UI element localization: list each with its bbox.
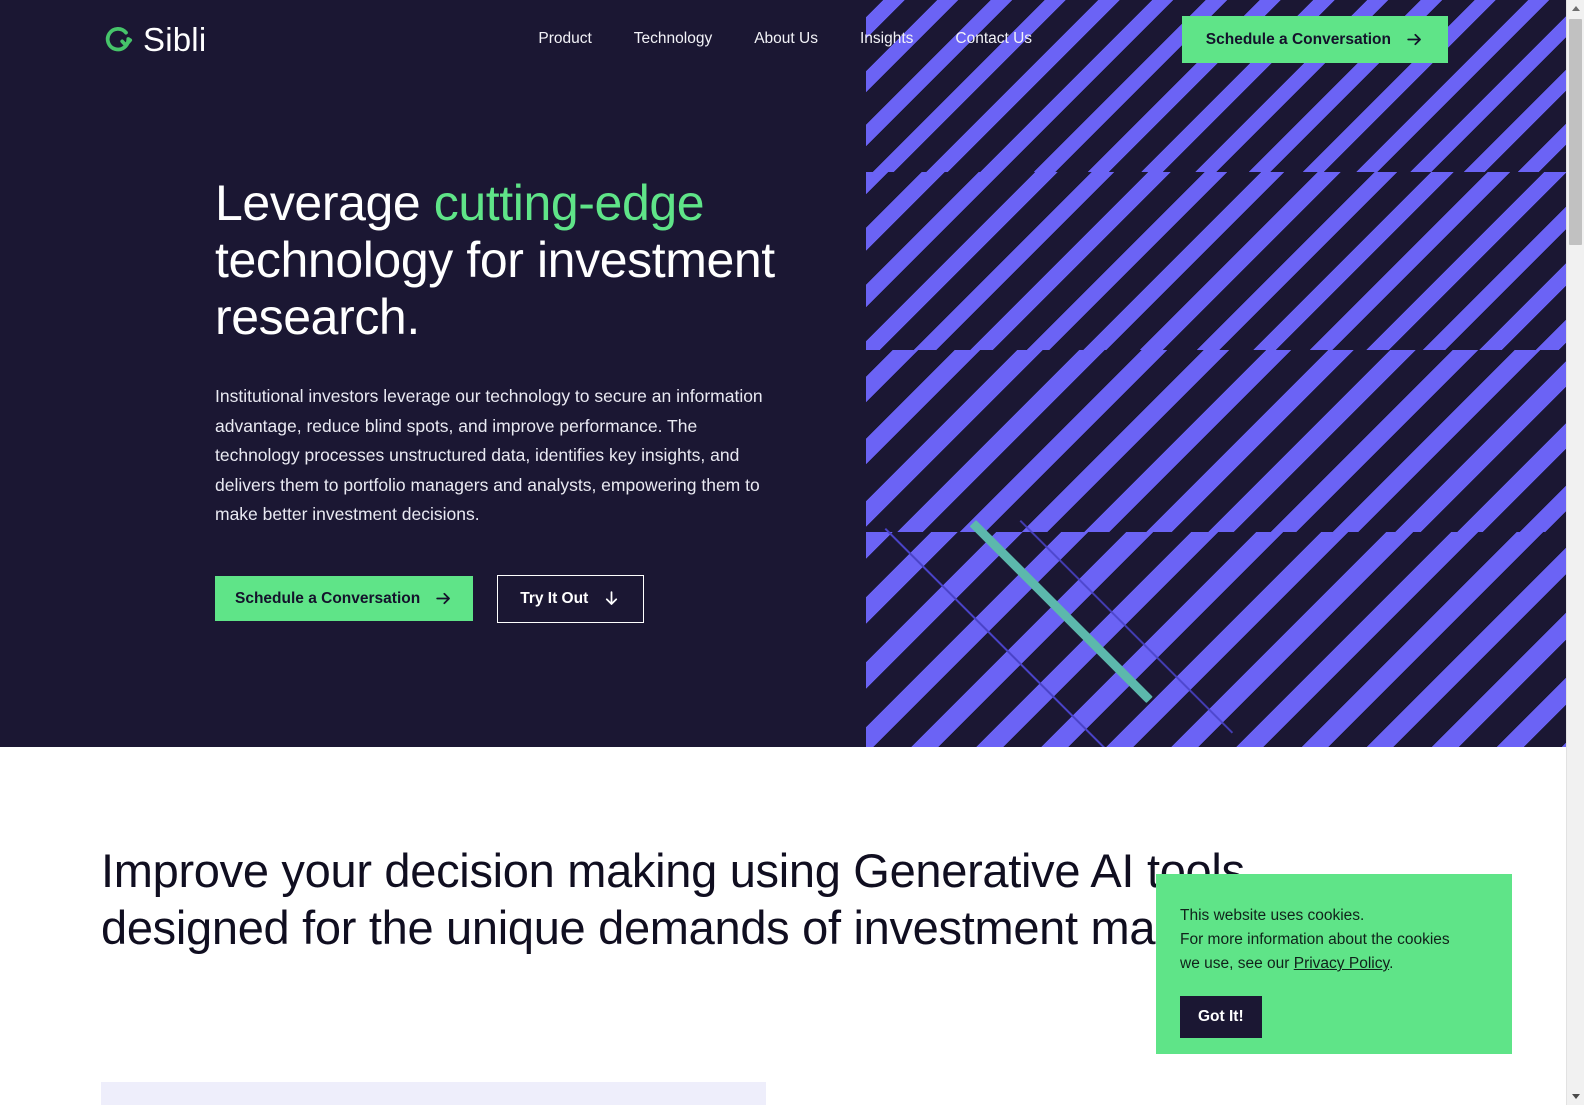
scrollbar-thumb[interactable]	[1569, 19, 1582, 245]
nav-item-contact-us[interactable]: Contact Us	[955, 30, 1032, 48]
hero-schedule-conversation-button[interactable]: Schedule a Conversation	[215, 576, 474, 621]
diagonal-stripes-decoration	[866, 0, 1566, 747]
header-cta-label: Schedule a Conversation	[1205, 30, 1391, 48]
content-placeholder-block	[101, 1082, 766, 1105]
stripe-band-3	[866, 350, 1566, 532]
scrollbar-up-arrow[interactable]	[1567, 0, 1584, 17]
hero-paragraph: Institutional investors leverage our tec…	[215, 386, 763, 524]
arrow-down-icon	[606, 591, 618, 605]
thin-diagonal-line-2	[1019, 520, 1234, 734]
cookie-line-1: This website uses cookies.	[1180, 907, 1365, 924]
privacy-policy-link[interactable]: Privacy Policy	[1294, 955, 1389, 972]
hero-action-buttons: Schedule a Conversation Try It Out	[215, 574, 835, 623]
cookie-accept-button[interactable]: Got It!	[1180, 996, 1262, 1038]
stripe-band-2	[866, 172, 1566, 350]
hero-heading: Leverage cutting-edge technology for inv…	[215, 175, 835, 346]
cookie-consent-banner: This website uses cookies. For more info…	[1156, 874, 1512, 1054]
arrow-right-icon	[1407, 33, 1421, 46]
hero-heading-part2: technology for investment research.	[215, 232, 775, 345]
nav-item-about-us[interactable]: About Us	[754, 30, 818, 48]
nav-item-product[interactable]: Product	[538, 30, 591, 48]
browser-viewport: Sibli Product Technology About Us Insigh…	[0, 0, 1566, 1105]
cookie-line-2: For more information about the cookies	[1180, 931, 1450, 948]
nav-item-technology[interactable]: Technology	[634, 30, 712, 48]
page-root: Sibli Product Technology About Us Insigh…	[0, 0, 1584, 1105]
cookie-banner-message: This website uses cookies. For more info…	[1180, 904, 1512, 976]
hero-heading-highlight: cutting-edge	[433, 175, 705, 231]
site-header: Sibli Product Technology About Us Insigh…	[0, 0, 1566, 78]
hero-content: Leverage cutting-edge technology for inv…	[215, 175, 835, 623]
hero-heading-part1: Leverage	[215, 175, 434, 231]
teal-accent-stripe	[969, 520, 1153, 704]
hero-try-it-out-button[interactable]: Try It Out	[497, 574, 645, 623]
arrow-right-icon	[436, 592, 451, 605]
sibli-logo-icon	[105, 27, 133, 52]
cookie-line-3-prefix: we use, see our	[1180, 955, 1294, 972]
hero-secondary-cta-label: Try It Out	[520, 589, 589, 607]
cookie-line-3-suffix: .	[1389, 955, 1394, 972]
thin-diagonal-line-1	[884, 528, 1191, 747]
scrollbar-down-arrow[interactable]	[1567, 1088, 1584, 1105]
hero-primary-cta-label: Schedule a Conversation	[235, 589, 421, 607]
brand-logo[interactable]: Sibli	[103, 23, 206, 56]
cookie-line-3: we use, see our Privacy Policy.	[1180, 952, 1512, 976]
primary-navigation: Product Technology About Us Insights Con…	[538, 30, 1032, 48]
header-schedule-conversation-button[interactable]: Schedule a Conversation	[1181, 16, 1448, 63]
stripe-band-4	[866, 532, 1566, 747]
hero-section: Sibli Product Technology About Us Insigh…	[0, 0, 1566, 747]
brand-name: Sibli	[143, 20, 207, 58]
page-scrollbar[interactable]	[1566, 0, 1584, 1105]
nav-item-insights[interactable]: Insights	[860, 30, 913, 48]
